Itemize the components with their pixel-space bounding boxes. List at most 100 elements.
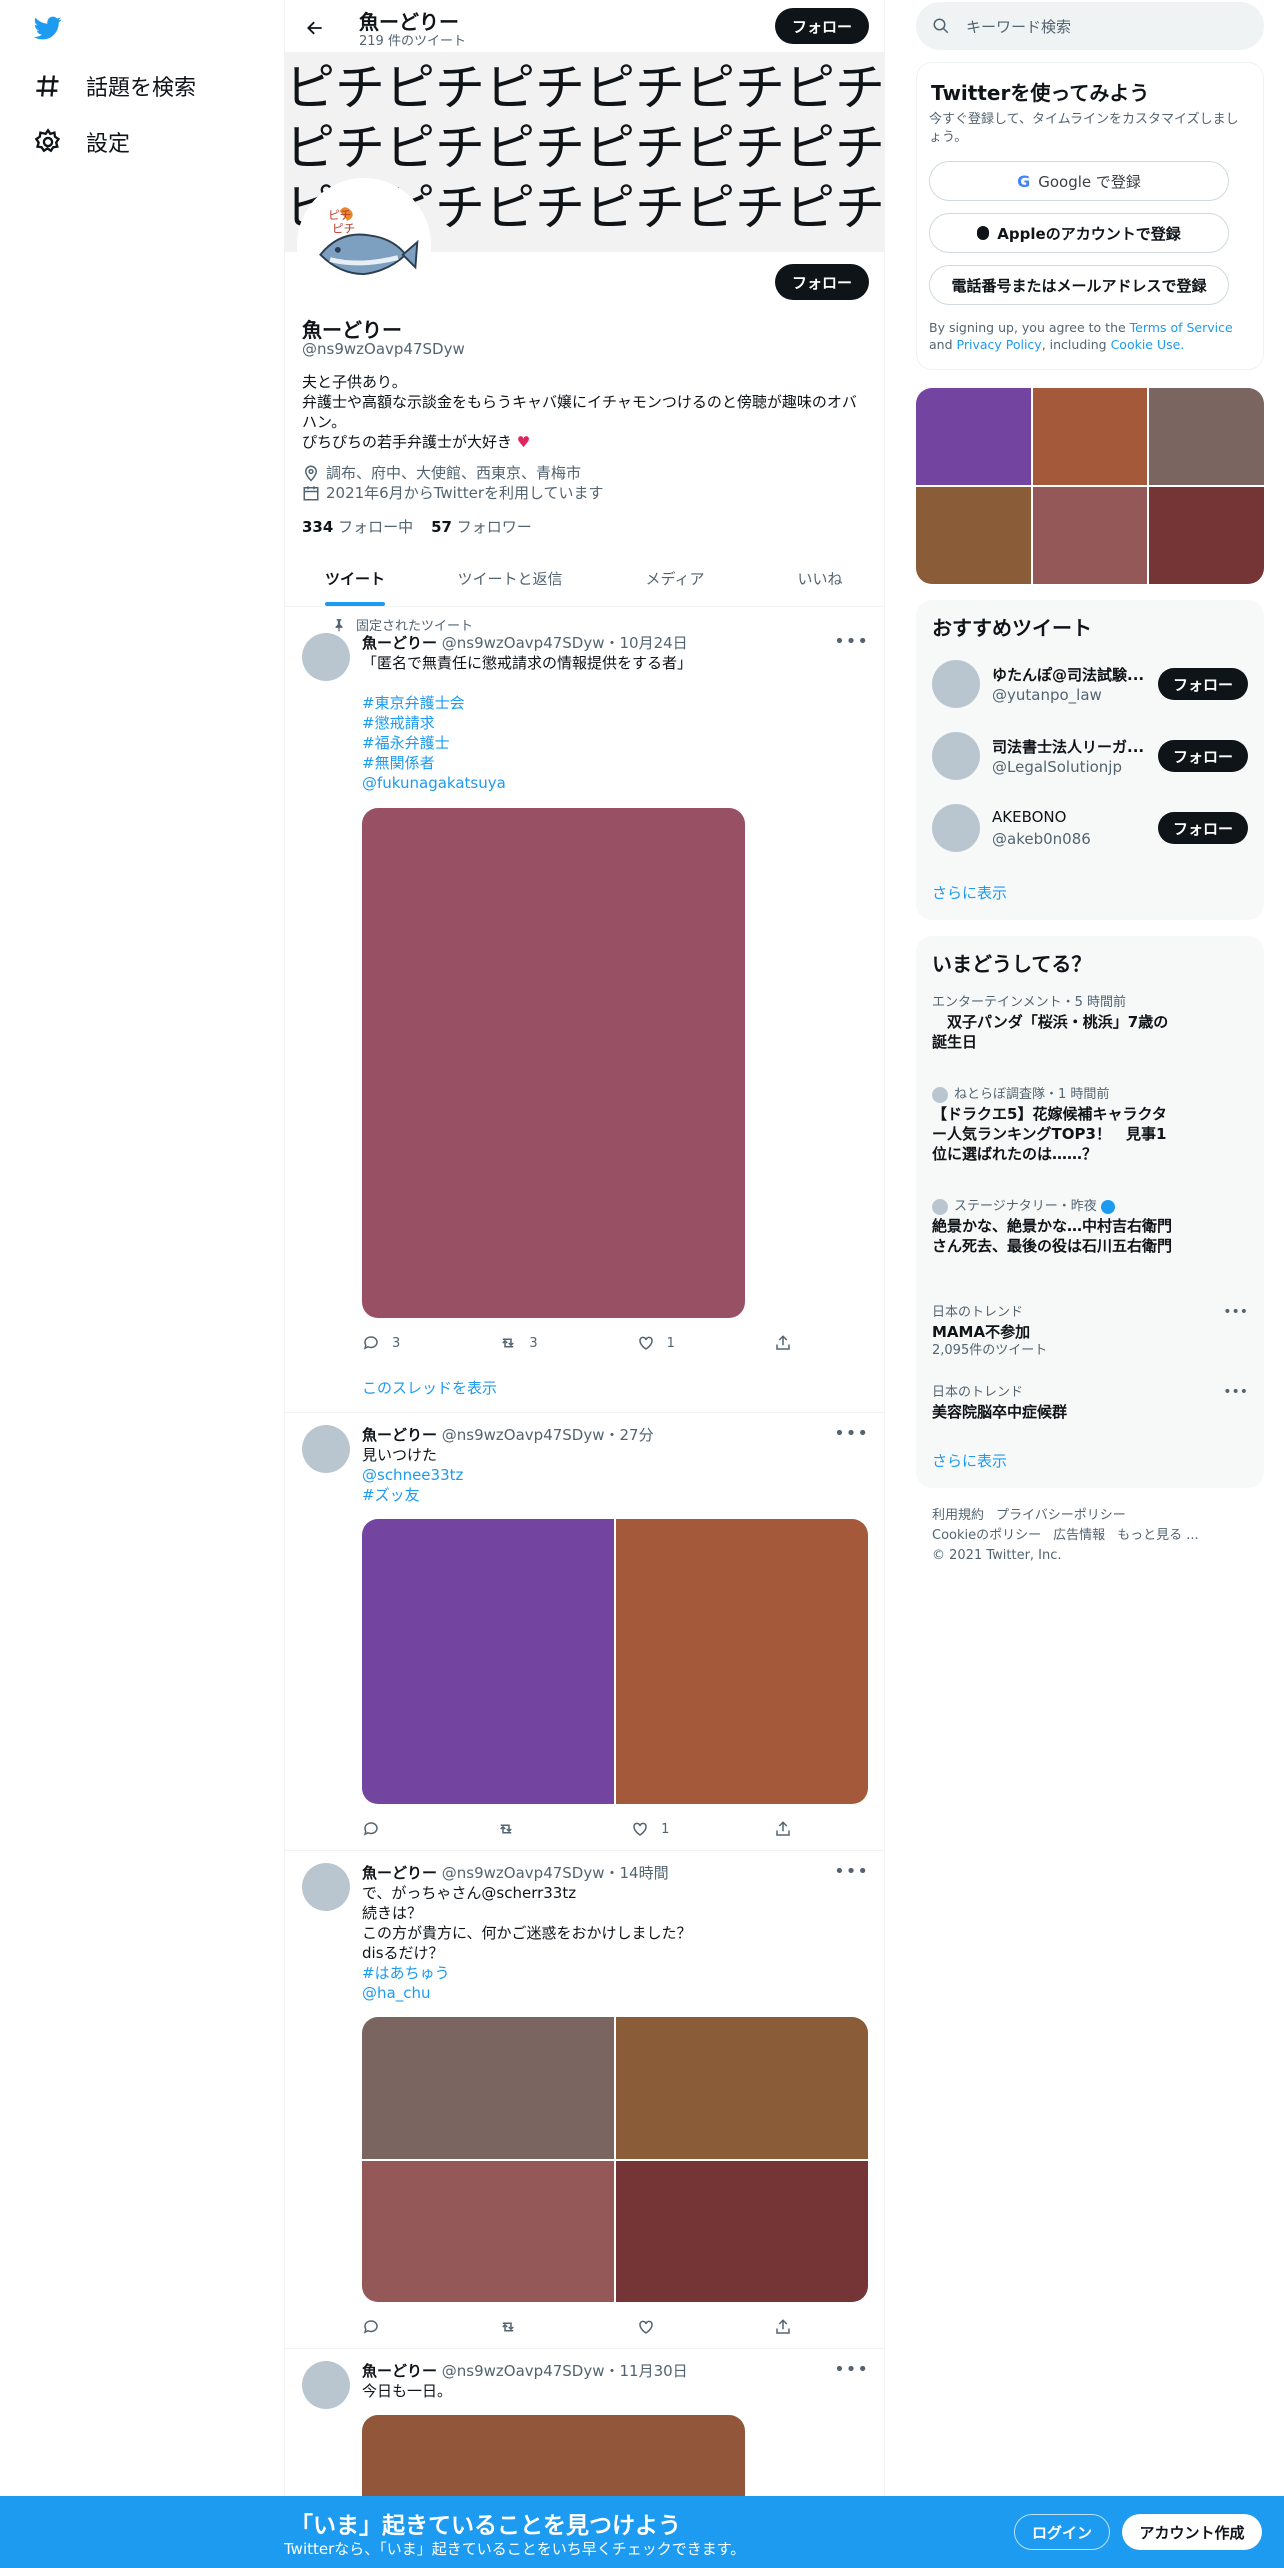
tweet-image[interactable] [362, 808, 745, 1318]
heart-icon [638, 1336, 653, 1350]
create-account-button[interactable]: アカウント作成 [1122, 2514, 1262, 2550]
google-signup-button[interactable]: G Google で登録 [929, 161, 1229, 201]
pinned-label: 固定されたツイート [332, 615, 473, 634]
media-thumbnail[interactable] [916, 388, 1031, 485]
media-thumbnail[interactable] [1149, 487, 1264, 584]
nav-settings[interactable]: 設定 [0, 114, 280, 170]
apple-signup-button[interactable]: Appleのアカウントで登録 [929, 213, 1229, 253]
retweet-button[interactable]: 3 [499, 1331, 538, 1355]
footer-link[interactable]: Cookieのポリシー [932, 1526, 1041, 1546]
media-thumbnail[interactable] [1032, 487, 1148, 584]
more-options-icon[interactable]: ••• [1223, 1384, 1248, 1400]
mention-link[interactable]: @fukunagakatsuya [362, 773, 869, 793]
hashtag-link[interactable]: #東京弁護士会 [362, 693, 869, 713]
share-button[interactable] [774, 2315, 792, 2339]
rec-follow-button[interactable]: フォロー [1158, 740, 1248, 772]
reply-icon [363, 2320, 378, 2334]
copyright: © 2021 Twitter, Inc. [932, 1548, 1062, 1563]
share-icon [776, 1335, 790, 1350]
retweet-button[interactable] [497, 1817, 527, 1841]
back-arrow-icon[interactable] [299, 12, 331, 44]
rec-user-name[interactable]: AKEBONO [992, 808, 1066, 826]
hashtag-link[interactable]: #懲戒請求 [362, 713, 869, 733]
hashtag-link[interactable]: #無関係者 [362, 753, 869, 773]
profile-location: 調布、府中、大使館、西東京、青梅市 [302, 462, 581, 483]
tweet-image[interactable] [616, 2017, 868, 2159]
like-button[interactable] [637, 2315, 655, 2339]
hashtag-link[interactable]: #福永弁護士 [362, 733, 869, 753]
terms-link[interactable]: Terms of Service [1130, 320, 1233, 335]
privacy-link[interactable]: Privacy Policy [957, 337, 1042, 352]
tweet[interactable]: 魚ーどりー @ns9wzOavp47SDyw・14時間 で、がっちゃさん@sch… [285, 1851, 884, 2349]
like-button[interactable]: 1 [631, 1817, 669, 1841]
more-options-icon[interactable]: ••• [834, 1423, 869, 1444]
more-options-icon[interactable]: ••• [834, 1861, 869, 1882]
like-button[interactable]: 1 [637, 1331, 675, 1355]
following-link[interactable]: 334 フォロー中 [302, 516, 413, 537]
tweet-image[interactable] [616, 2160, 868, 2302]
rec-user-name[interactable]: 司法書士法人リーガ... [992, 736, 1144, 757]
avatar[interactable] [932, 660, 980, 708]
phone-signup-button[interactable]: 電話番号またはメールアドレスで登録 [929, 265, 1229, 305]
trends-show-more[interactable]: さらに表示 [932, 1450, 1007, 1471]
mention-link[interactable]: @schnee33tz [362, 1465, 869, 1485]
trend-item[interactable]: 日本のトレンド 美容院脳卒中症候群 ••• [932, 1384, 1248, 1422]
media-thumbnail[interactable] [1032, 388, 1148, 485]
tweet[interactable]: 固定されたツイート 魚ーどりー @ns9wzOavp47SDyw・10月24日 … [285, 607, 884, 1413]
tab-tweets[interactable]: ツイート [285, 550, 425, 606]
share-button[interactable] [774, 1331, 792, 1355]
tweet-image[interactable] [616, 1519, 868, 1804]
mention-link[interactable]: @ha_chu [362, 1983, 869, 2003]
followers-link[interactable]: 57 フォロワー [431, 516, 532, 537]
footer-link[interactable]: もっと見る ... [1117, 1526, 1199, 1546]
share-button[interactable] [774, 1817, 792, 1841]
avatar[interactable] [302, 1863, 350, 1911]
avatar[interactable] [932, 732, 980, 780]
show-thread-link[interactable]: このスレッドを表示 [362, 1377, 497, 1398]
header-follow-button[interactable]: フォロー [775, 8, 869, 44]
svg-text:ピチ: ピチ [332, 221, 355, 235]
media-thumbnail[interactable] [916, 487, 1031, 584]
banner-text-row: ピチピチピチピチピチピチピチピチピチピチ [285, 119, 885, 177]
reply-button[interactable] [362, 1817, 392, 1841]
avatar[interactable] [302, 2361, 350, 2409]
avatar[interactable] [932, 804, 980, 852]
rec-follow-button[interactable]: フォロー [1158, 812, 1248, 844]
more-options-icon[interactable]: ••• [834, 2359, 869, 2380]
hashtag-link[interactable]: #ズッ友 [362, 1485, 869, 1505]
tab-media[interactable]: メディア [595, 550, 755, 606]
cookie-link[interactable]: Cookie Use. [1111, 337, 1185, 352]
tab-tweets-replies[interactable]: ツイートと返信 [425, 550, 595, 606]
hashtag-link[interactable]: #はあちゅう [362, 1963, 869, 1983]
tweet[interactable]: 魚ーどりー @ns9wzOavp47SDyw・27分 見いつけた @schnee… [285, 1413, 884, 1851]
trend-item[interactable]: 日本のトレンド MAMA不参加 2,095件のツイート ••• [932, 1304, 1248, 1360]
login-button[interactable]: ログイン [1014, 2514, 1110, 2550]
tab-likes[interactable]: いいね [755, 550, 884, 606]
trend-item[interactable]: ねとらぼ調査隊・1 時間前 【ドラクエ5】花嫁候補キャラクター人気ランキングTO… [932, 1086, 1248, 1164]
footer-link[interactable]: 利用規約 [932, 1506, 984, 1526]
profile-follow-button[interactable]: フォロー [775, 264, 869, 300]
tweet-image[interactable] [362, 1519, 614, 1804]
recommended-show-more[interactable]: さらに表示 [932, 882, 1007, 903]
tweet-image[interactable] [362, 2017, 614, 2159]
footer-link[interactable]: 広告情報 [1053, 1526, 1105, 1546]
more-options-icon[interactable]: ••• [834, 631, 869, 652]
media-thumbnail[interactable] [1149, 388, 1264, 485]
nav-explore[interactable]: 話題を検索 [0, 58, 280, 114]
avatar[interactable] [302, 633, 350, 681]
tweet-image[interactable] [362, 2160, 614, 2302]
trend-item[interactable]: ステージナタリー・昨夜 絶景かな、絶景かな…中村吉右衛門さん死去、最後の役は石川… [932, 1198, 1248, 1256]
tweet-text: 見いつけた [362, 1446, 438, 1464]
rec-user-name[interactable]: ゆたんぽ@司法試験... [992, 664, 1144, 685]
profile-avatar[interactable]: ピチ ピチ [297, 178, 431, 312]
footer-link[interactable]: プライバシーポリシー [996, 1506, 1126, 1526]
rec-follow-button[interactable]: フォロー [1158, 668, 1248, 700]
avatar[interactable] [302, 1425, 350, 1473]
more-options-icon[interactable]: ••• [1223, 1304, 1248, 1320]
reply-button[interactable] [362, 2315, 380, 2339]
retweet-button[interactable] [499, 2315, 517, 2339]
search-box[interactable]: キーワード検索 [916, 2, 1264, 50]
trend-item[interactable]: エンターテインメント・5 時間前 双子パンダ「桜浜・桃浜」7歳の誕生日 [932, 994, 1248, 1052]
twitter-logo-icon[interactable] [32, 14, 64, 42]
reply-button[interactable]: 3 [362, 1331, 400, 1355]
